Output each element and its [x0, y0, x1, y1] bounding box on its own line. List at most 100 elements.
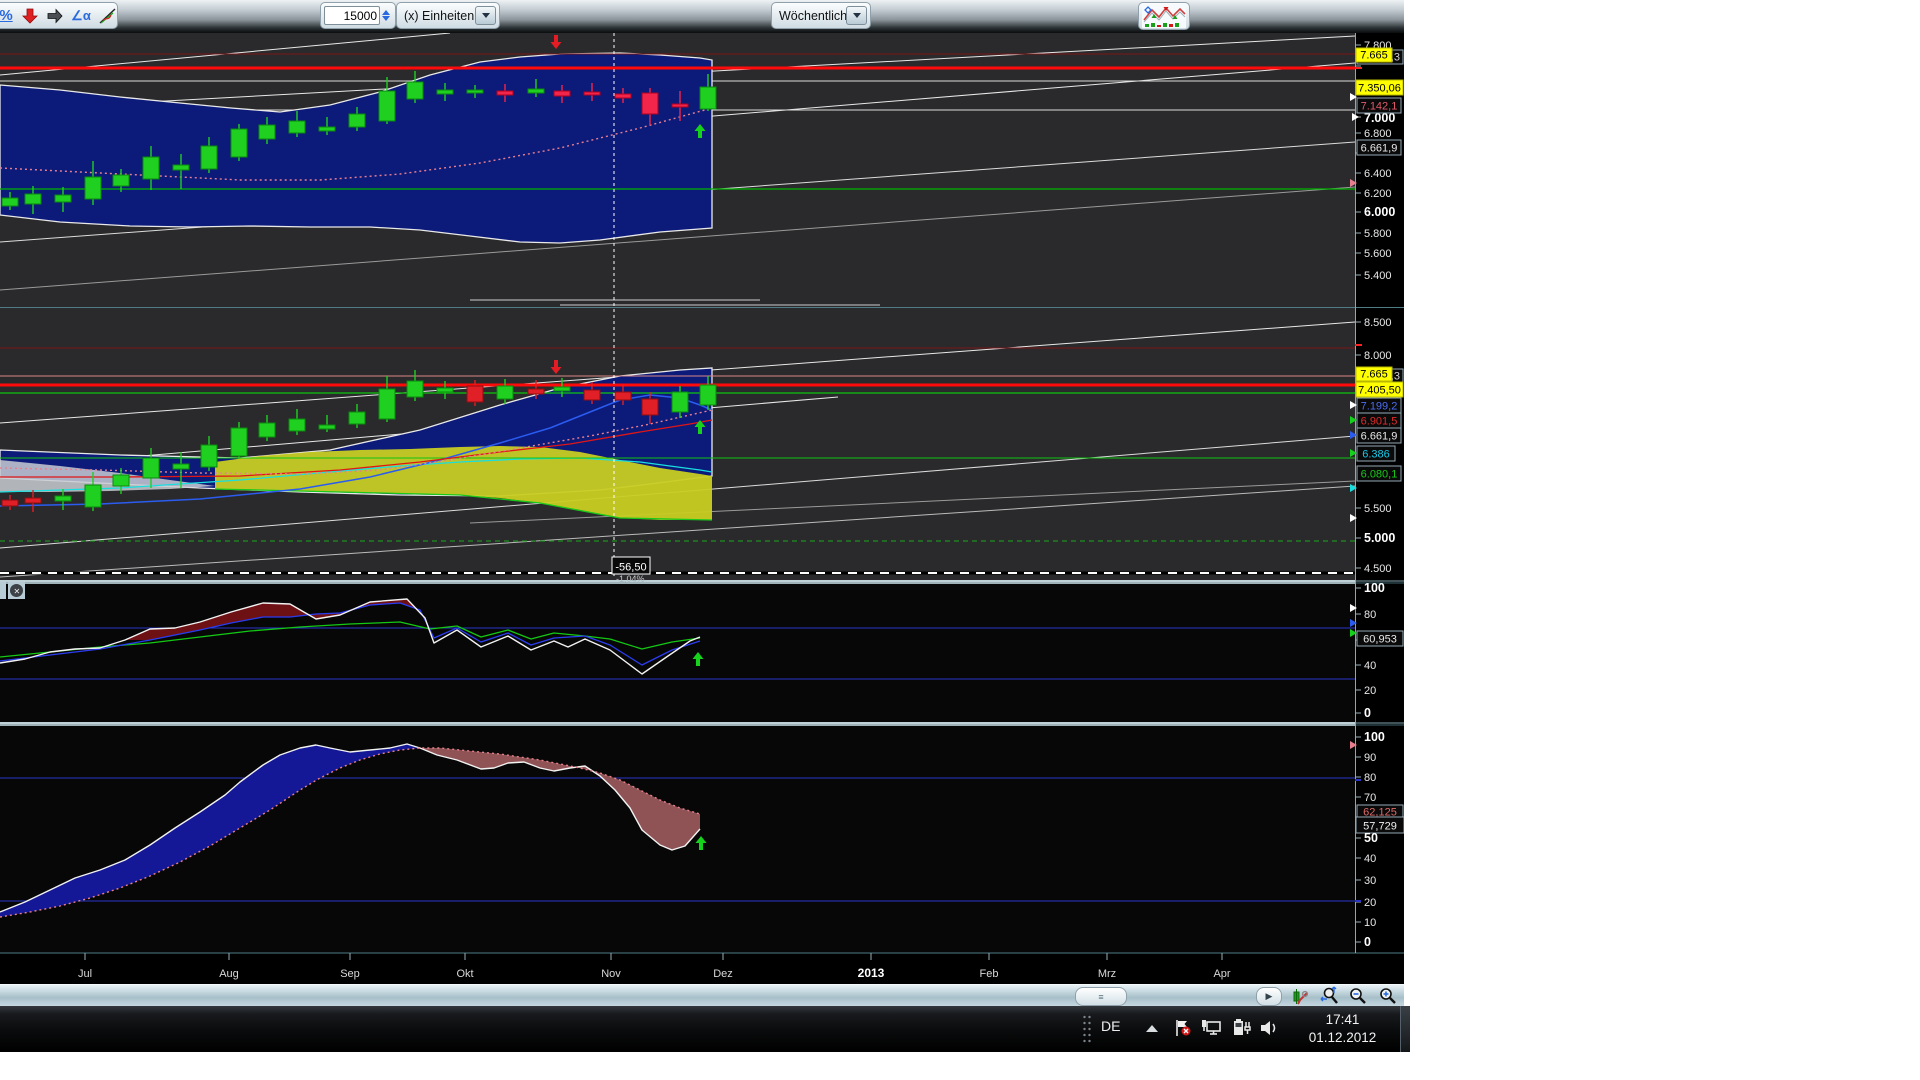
p2-candles	[700, 385, 716, 405]
zoom-out-icon[interactable]	[1346, 986, 1370, 1006]
p2-candles	[642, 399, 658, 415]
p1-candles	[349, 114, 365, 127]
hscroll-right-button[interactable]: ▶	[1256, 987, 1282, 1006]
p1-candles	[554, 91, 570, 96]
p2-candles	[467, 386, 483, 402]
arrow-down-tool-icon[interactable]	[22, 7, 38, 25]
p2-candles	[55, 496, 71, 501]
month-label: Sep	[340, 968, 360, 980]
axis-tick: 4.500	[1364, 563, 1392, 575]
units-count-spinner[interactable]	[382, 10, 390, 21]
axis-tick: 6.800	[1364, 128, 1392, 140]
month-label: Jul	[78, 968, 92, 980]
period-select[interactable]: Wöchentlich	[771, 2, 871, 29]
price-label-yellow: 7.665	[1360, 50, 1388, 62]
network-icon[interactable]	[1200, 1017, 1222, 1039]
axis-tick: 70	[1364, 792, 1376, 804]
units-count-group	[320, 2, 396, 29]
p2-candles	[85, 485, 101, 507]
axis-tick: 80	[1364, 772, 1376, 784]
period-dropdown-button[interactable]	[846, 6, 867, 25]
hscrollbar-thumb[interactable]: ≡	[1075, 987, 1127, 1006]
year-label: 2013	[858, 966, 885, 980]
volume-icon[interactable]	[1258, 1017, 1280, 1039]
chevron-down-icon	[853, 13, 861, 18]
units-mode-select[interactable]: (x) Einheiten	[396, 2, 500, 29]
units-mode-dropdown-button[interactable]	[475, 6, 496, 25]
axis-tick: 40	[1364, 660, 1376, 672]
p2-candles	[113, 475, 129, 486]
p2-candles	[231, 428, 247, 456]
p2-candles	[407, 381, 423, 397]
percent-tool-icon[interactable]: %	[0, 7, 13, 25]
panel3-bg	[0, 584, 1355, 722]
measure-label: -56,50	[615, 562, 646, 574]
p1-candles	[85, 177, 101, 199]
zoom-fit-icon[interactable]	[1318, 986, 1342, 1006]
axis-tick: 10	[1364, 917, 1376, 929]
trendlines-tool-icon[interactable]	[99, 7, 117, 25]
price-label: 6.080,1	[1361, 469, 1398, 481]
axis-tick: 0	[1364, 706, 1371, 720]
chart-settings-icon[interactable]	[1288, 986, 1312, 1006]
spinner-up-icon[interactable]	[382, 10, 390, 15]
axis-tick: 100	[1364, 730, 1385, 744]
p1-candles	[615, 94, 631, 98]
battery-icon[interactable]	[1230, 1017, 1252, 1039]
p1-candles	[173, 165, 189, 170]
chart-type-icon	[1142, 4, 1186, 28]
price-label: 6.661,9	[1361, 143, 1398, 155]
p1-candles	[379, 91, 395, 121]
month-label: Dez	[713, 968, 733, 980]
axis-tick: 100	[1364, 581, 1385, 595]
p2-candles	[173, 464, 189, 469]
chart-canvas[interactable]: -56,50-1,04%✕JulAugSepOktNovDez2013FebMr…	[0, 33, 1404, 984]
show-desktop-button[interactable]	[1400, 1006, 1410, 1052]
units-mode-value: (x) Einheiten	[404, 9, 474, 23]
p1-candles	[289, 121, 305, 133]
p2-candles	[25, 498, 41, 503]
p3-btn-sliver	[0, 582, 6, 599]
p1-candles	[497, 91, 513, 95]
p1-candles	[407, 82, 423, 99]
chart-type-button[interactable]	[1138, 2, 1190, 30]
price-label-yellow: 7.405,50	[1358, 385, 1401, 397]
arrow-right-tool-icon[interactable]	[47, 7, 63, 25]
tray-expand-icon[interactable]	[1146, 1025, 1158, 1032]
angle-tool-icon[interactable]: ∠α	[72, 7, 90, 25]
zoom-in-icon[interactable]	[1376, 986, 1400, 1006]
month-label: Nov	[601, 968, 621, 980]
p2-candles	[615, 392, 631, 400]
xaxis-bg	[0, 953, 1404, 984]
p2-candles	[143, 458, 159, 478]
p1-candles	[672, 104, 688, 107]
p1-candles	[700, 87, 716, 109]
spinner-down-icon[interactable]	[382, 16, 390, 21]
p1-candles	[467, 90, 483, 93]
p2-candles	[2, 500, 18, 506]
p2-candles	[672, 392, 688, 412]
axis-tick: 5.000	[1364, 531, 1395, 545]
price-label: 6.386	[1362, 449, 1390, 461]
axis-tick: 90	[1364, 752, 1376, 764]
axis-tick: 30	[1364, 875, 1376, 887]
price-label-yellow: 7.665	[1360, 369, 1388, 381]
p2-candles	[349, 412, 365, 424]
chart-hscrollbar[interactable]: ≡ ▶	[0, 984, 1404, 1006]
p1-candles	[113, 175, 129, 186]
price-label-yellow: 7.350,06	[1358, 83, 1401, 95]
action-center-flag-icon[interactable]	[1172, 1017, 1194, 1039]
taskbar-grip[interactable]	[1082, 1014, 1092, 1044]
p2-candles	[497, 386, 513, 399]
axis-tick: 50	[1364, 831, 1378, 845]
p1-candles	[319, 127, 335, 131]
units-count-input[interactable]	[324, 6, 380, 25]
axis-tick: 20	[1364, 685, 1376, 697]
axis-tick: 40	[1364, 853, 1376, 865]
p1-candles	[231, 129, 247, 157]
p2-candles	[201, 445, 217, 467]
month-label: Apr	[1213, 968, 1230, 980]
taskbar-clock[interactable]: 17:41 01.12.2012	[1295, 1011, 1390, 1047]
language-indicator[interactable]: DE	[1101, 1018, 1120, 1034]
p1-candles	[259, 125, 275, 139]
